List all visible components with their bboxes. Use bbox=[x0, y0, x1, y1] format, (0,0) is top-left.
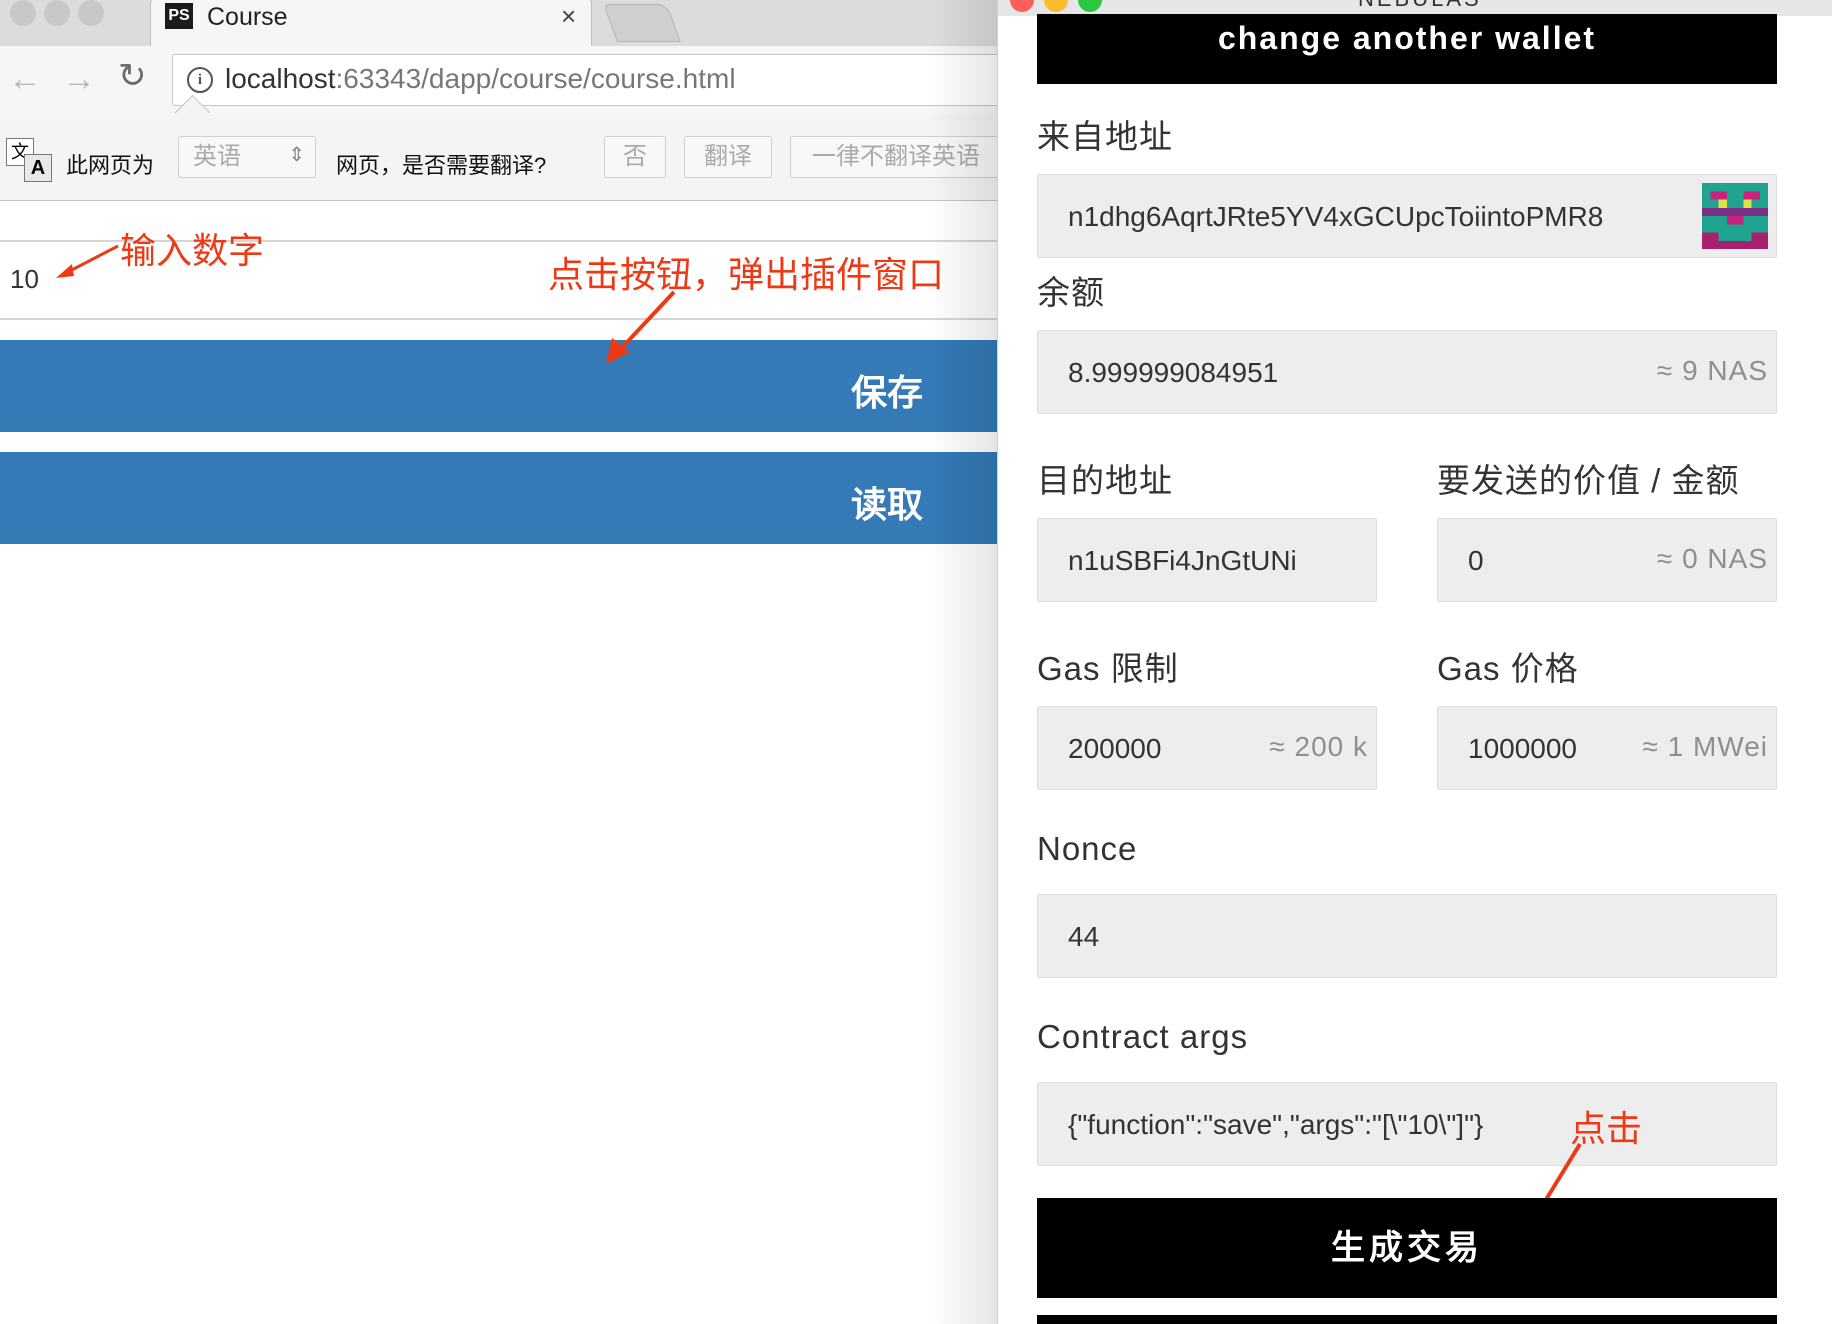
nonce-label: Nonce bbox=[1037, 830, 1138, 867]
translate-bar: 文 A 此网页为 英语 ⇕ 网页，是否需要翻译? 否 翻译 一律不翻译英语 bbox=[0, 94, 997, 201]
window-minimize-light[interactable] bbox=[44, 0, 70, 26]
annotation-input-number: 输入数字 bbox=[120, 230, 265, 271]
translate-lead-text: 此网页为 bbox=[66, 153, 155, 178]
tab-close-icon[interactable]: × bbox=[561, 1, 576, 32]
to-address-value: n1uSBFi4JnGtUNi bbox=[1068, 545, 1297, 576]
number-input-value: 10 bbox=[10, 264, 39, 294]
read-button-label: 读取 bbox=[850, 484, 923, 525]
back-arrow-icon[interactable]: ← bbox=[8, 60, 42, 99]
amount-hint: ≈ 0 NAS bbox=[1656, 543, 1768, 574]
tab-course[interactable]: PS Course × bbox=[150, 0, 592, 47]
popup-zoom-light[interactable] bbox=[1078, 0, 1102, 12]
address-bar[interactable]: i localhost:63343/dapp/course/course.htm… bbox=[172, 54, 997, 106]
gas-limit-label: Gas 限制 bbox=[1037, 650, 1179, 687]
change-wallet-button[interactable]: change another wallet bbox=[1037, 14, 1777, 84]
popup-window-title: NEBULAS bbox=[1358, 0, 1482, 12]
gas-price-hint: ≈ 1 MWei bbox=[1642, 731, 1768, 762]
save-button-label: 保存 bbox=[850, 372, 923, 413]
translate-icon-letter: A bbox=[24, 154, 52, 182]
translate-button[interactable]: 翻译 bbox=[684, 136, 772, 178]
annotation-arrow-input bbox=[56, 244, 119, 278]
amount-input[interactable]: 0 ≈ 0 NAS bbox=[1437, 518, 1777, 602]
popup-shadow bbox=[930, 0, 997, 1324]
language-select-value: 英语 bbox=[193, 143, 241, 170]
url-host: localhost bbox=[225, 63, 336, 94]
tab-strip: PS Course × bbox=[0, 0, 997, 47]
popup-minimize-light[interactable] bbox=[1044, 0, 1068, 12]
balance-field: 8.999999084951 ≈ 9 NAS bbox=[1037, 330, 1777, 414]
nonce-value: 44 bbox=[1068, 921, 1100, 952]
phpstorm-icon: PS bbox=[165, 3, 193, 29]
save-button[interactable]: 保存 bbox=[0, 340, 997, 432]
gas-price-label: Gas 价格 bbox=[1437, 650, 1579, 687]
new-tab-button[interactable] bbox=[603, 4, 681, 42]
nonce-input[interactable]: 44 bbox=[1037, 894, 1777, 978]
from-address-value: n1dhg6AqrtJRte5YV4xGCUpcToiintoPMR8 bbox=[1068, 201, 1604, 232]
balance-hint: ≈ 9 NAS bbox=[1656, 355, 1768, 386]
browser-window: PS Course × ← → ↻ i localhost:63343/dapp… bbox=[0, 0, 997, 1324]
reload-icon[interactable]: ↻ bbox=[118, 56, 147, 96]
balance-value: 8.999999084951 bbox=[1068, 357, 1279, 388]
forward-arrow-icon[interactable]: → bbox=[62, 60, 96, 99]
gas-price-value: 1000000 bbox=[1468, 733, 1578, 764]
url-text[interactable]: localhost:63343/dapp/course/course.html bbox=[225, 63, 736, 95]
url-path: :63343/dapp/course/course.html bbox=[335, 63, 736, 94]
contract-args-input[interactable]: {"function":"save","args":"[\"10\"]"} bbox=[1037, 1082, 1777, 1166]
generate-transaction-button[interactable]: 生成交易 bbox=[1037, 1198, 1777, 1298]
balance-label: 余额 bbox=[1037, 274, 1105, 311]
popup-close-light[interactable] bbox=[1010, 0, 1034, 12]
select-arrows-icon: ⇕ bbox=[288, 144, 305, 166]
translate-no-button[interactable]: 否 bbox=[604, 136, 666, 178]
gas-limit-hint: ≈ 200 k bbox=[1269, 731, 1368, 762]
info-icon[interactable]: i bbox=[187, 67, 213, 93]
gas-limit-value: 200000 bbox=[1068, 733, 1162, 764]
from-address-field[interactable]: n1dhg6AqrtJRte5YV4xGCUpcToiintoPMR8 bbox=[1037, 174, 1777, 258]
translate-icon: 文 A bbox=[6, 138, 52, 182]
from-address-label: 来自地址 bbox=[1037, 118, 1173, 155]
contract-args-value: {"function":"save","args":"[\"10\"]"} bbox=[1068, 1109, 1484, 1140]
window-zoom-light[interactable] bbox=[78, 0, 104, 26]
amount-value: 0 bbox=[1468, 545, 1484, 576]
next-button-edge[interactable] bbox=[1037, 1315, 1777, 1324]
wallet-popup: NEBULAS change another wallet 来自地址 n1dhg… bbox=[997, 0, 1832, 1324]
browser-toolbar: ← → ↻ i localhost:63343/dapp/course/cour… bbox=[0, 46, 997, 115]
contract-args-label: Contract args bbox=[1037, 1018, 1249, 1055]
to-address-label: 目的地址 bbox=[1037, 462, 1173, 499]
identicon-avatar-icon bbox=[1702, 183, 1768, 249]
language-select[interactable]: 英语 ⇕ bbox=[178, 136, 316, 178]
annotation-arrow-button bbox=[606, 290, 676, 364]
translate-question: 网页，是否需要翻译? bbox=[336, 153, 547, 178]
read-button[interactable]: 读取 bbox=[0, 452, 997, 544]
gas-price-input[interactable]: 1000000 ≈ 1 MWei bbox=[1437, 706, 1777, 790]
amount-label: 要发送的价值 / 金额 bbox=[1437, 462, 1740, 499]
tab-title: Course bbox=[207, 3, 288, 31]
gas-limit-input[interactable]: 200000 ≈ 200 k bbox=[1037, 706, 1377, 790]
window-close-light[interactable] bbox=[10, 0, 36, 26]
to-address-input[interactable]: n1uSBFi4JnGtUNi bbox=[1037, 518, 1377, 602]
